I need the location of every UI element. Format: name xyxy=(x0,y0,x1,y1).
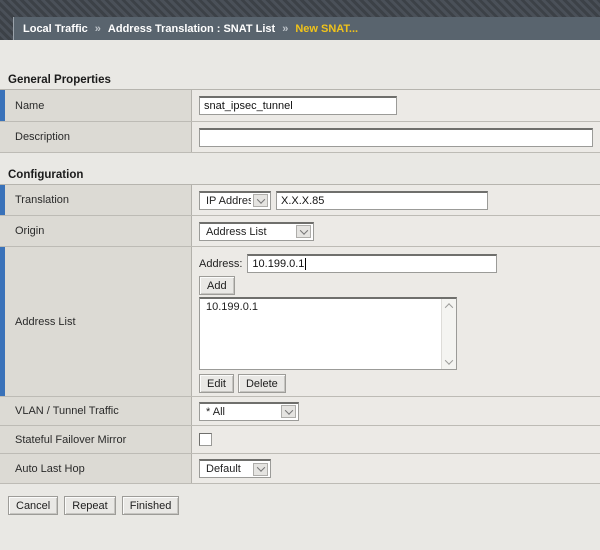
translation-type-select[interactable]: IP Address xyxy=(199,191,271,210)
translation-label: Translation xyxy=(0,185,192,215)
general-properties-title: General Properties xyxy=(8,40,600,86)
name-input[interactable] xyxy=(199,96,397,115)
chevron-down-icon xyxy=(281,405,296,418)
add-button[interactable]: Add xyxy=(199,276,235,295)
name-row: Name xyxy=(0,90,600,122)
finished-button[interactable]: Finished xyxy=(122,496,180,515)
mirror-checkbox[interactable] xyxy=(199,433,212,446)
auto-last-hop-select[interactable]: Default xyxy=(199,459,271,478)
form-actions: Cancel Repeat Finished xyxy=(8,496,600,515)
auto-last-hop-row: Auto Last Hop Default xyxy=(0,454,600,484)
listbox-item[interactable]: 10.199.0.1 xyxy=(200,299,456,315)
address-input-value: 10.199.0.1 xyxy=(252,258,304,270)
chevron-down-icon xyxy=(253,463,268,476)
chevron-down-icon xyxy=(253,194,268,207)
configuration-table: Translation IP Address Origin Address Li… xyxy=(0,184,600,484)
vlan-tunnel-traffic-row: VLAN / Tunnel Traffic * All xyxy=(0,397,600,426)
scroll-up-icon[interactable] xyxy=(445,303,453,311)
chevron-down-icon xyxy=(296,225,311,238)
vlan-traffic-value: * All xyxy=(200,406,279,418)
origin-label: Origin xyxy=(0,216,192,246)
vlan-traffic-select[interactable]: * All xyxy=(199,402,299,421)
name-label: Name xyxy=(0,90,192,121)
breadcrumb-snat-list[interactable]: Address Translation : SNAT List xyxy=(108,23,275,35)
delete-button[interactable]: Delete xyxy=(238,374,286,393)
top-hatched-band: Local Traffic » Address Translation : SN… xyxy=(0,0,600,40)
listbox-scrollbar[interactable] xyxy=(441,299,456,369)
snat-create-page: Local Traffic » Address Translation : SN… xyxy=(0,0,600,550)
origin-value: Address List xyxy=(200,226,294,238)
translation-type-value: IP Address xyxy=(200,195,251,207)
origin-select[interactable]: Address List xyxy=(199,222,314,241)
description-label: Description xyxy=(0,122,192,152)
translation-row: Translation IP Address xyxy=(0,185,600,216)
stateful-failover-mirror-row: Stateful Failover Mirror xyxy=(0,426,600,454)
scroll-down-icon[interactable] xyxy=(445,356,453,364)
auto-last-hop-value: Default xyxy=(200,463,251,475)
translation-address-input[interactable] xyxy=(276,191,488,210)
auto-last-hop-label: Auto Last Hop xyxy=(0,454,192,483)
description-row: Description xyxy=(0,122,600,153)
repeat-button[interactable]: Repeat xyxy=(64,496,115,515)
general-properties-table: Name Description xyxy=(0,89,600,153)
configuration-title: Configuration xyxy=(8,153,600,181)
text-caret xyxy=(305,258,306,270)
address-list-row: Address List Address: 10.199.0.1 Add 10.… xyxy=(0,247,600,397)
edit-button[interactable]: Edit xyxy=(199,374,234,393)
breadcrumb-separator-icon: » xyxy=(282,23,288,35)
address-listbox[interactable]: 10.199.0.1 xyxy=(199,297,457,370)
address-input[interactable]: 10.199.0.1 xyxy=(247,254,497,273)
address-field-label: Address: xyxy=(199,258,242,270)
breadcrumb-current-new-snat: New SNAT... xyxy=(295,23,358,35)
breadcrumb: Local Traffic » Address Translation : SN… xyxy=(13,17,600,40)
vlan-tunnel-traffic-label: VLAN / Tunnel Traffic xyxy=(0,397,192,425)
breadcrumb-local-traffic[interactable]: Local Traffic xyxy=(23,23,88,35)
breadcrumb-separator-icon: » xyxy=(95,23,101,35)
address-list-label: Address List xyxy=(0,247,192,396)
cancel-button[interactable]: Cancel xyxy=(8,496,58,515)
description-input[interactable] xyxy=(199,128,593,147)
stateful-failover-mirror-label: Stateful Failover Mirror xyxy=(0,426,192,453)
origin-row: Origin Address List xyxy=(0,216,600,247)
